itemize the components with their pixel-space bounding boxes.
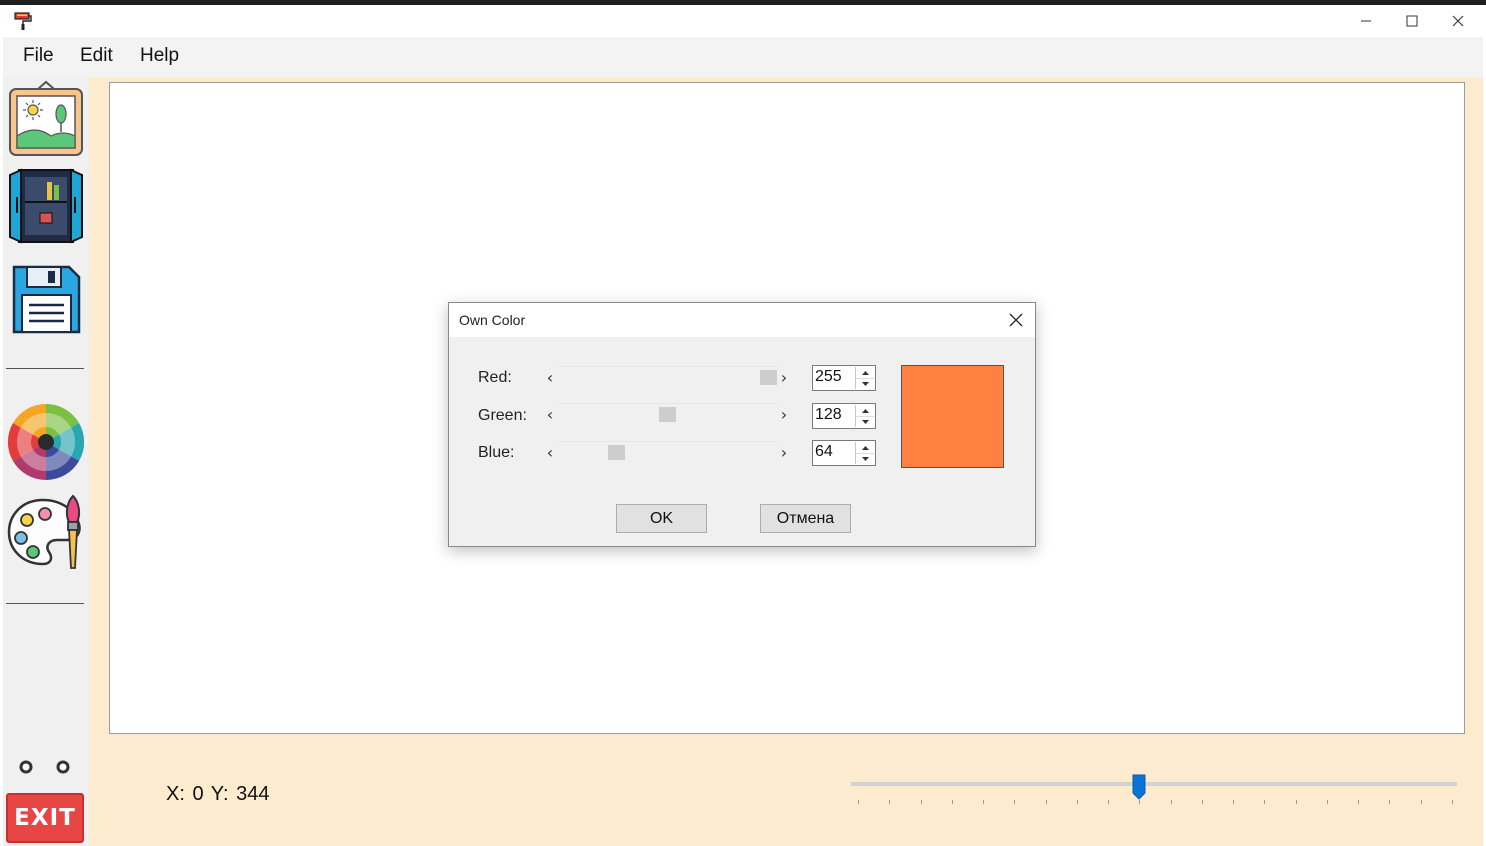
wardrobe-icon[interactable]	[7, 167, 85, 245]
spin-down-icon[interactable]	[856, 453, 874, 464]
scroll-rail[interactable]	[557, 366, 777, 389]
slider-tick	[1296, 800, 1297, 804]
green-scrollbar[interactable]: ‹ ›	[543, 403, 791, 425]
green-label: Green:	[478, 407, 527, 424]
tool-panel: EXIT	[3, 77, 89, 846]
blue-scroll-thumb[interactable]	[608, 445, 625, 460]
dot-icon	[19, 760, 33, 774]
spin-down-icon[interactable]	[856, 378, 874, 389]
slider-tick	[1014, 800, 1015, 804]
cursor-coordinates: X: 0 Y: 344	[166, 783, 270, 805]
menu-edit[interactable]: Edit	[80, 45, 113, 67]
dot-icon	[56, 760, 70, 774]
slider-tick	[1452, 800, 1453, 804]
slider-tick	[1421, 800, 1422, 804]
slider-tick	[1389, 800, 1390, 804]
own-color-dialog: Own Color Red: ‹ › 255 Green: ‹ › 128 Bl…	[448, 302, 1036, 547]
maximize-icon	[1406, 15, 1418, 27]
green-scroll-thumb[interactable]	[659, 407, 676, 422]
menu-bar: File Edit Help	[3, 37, 1483, 77]
palette-brush-icon[interactable]	[7, 492, 85, 570]
close-window-button[interactable]	[1435, 5, 1481, 37]
slider-tick	[1358, 800, 1359, 804]
close-icon	[1452, 15, 1464, 27]
slider-tick	[921, 800, 922, 804]
paint-roller-icon	[14, 12, 32, 30]
scroll-left-icon[interactable]: ‹	[543, 366, 557, 388]
dialog-title: Own Color	[459, 312, 526, 328]
scroll-rail[interactable]	[557, 403, 777, 426]
scroll-right-icon[interactable]: ›	[777, 441, 791, 463]
scroll-rail[interactable]	[557, 441, 777, 464]
scroll-left-icon[interactable]: ‹	[543, 441, 557, 463]
menu-help[interactable]: Help	[140, 45, 179, 67]
close-icon	[1009, 313, 1023, 327]
toolbar-separator	[6, 603, 84, 604]
zoom-slider-track[interactable]	[851, 782, 1457, 786]
slider-tick	[889, 800, 890, 804]
blue-value-input[interactable]: 64	[812, 440, 876, 466]
slider-tick	[952, 800, 953, 804]
blue-label: Blue:	[478, 444, 515, 461]
toolbar-separator	[6, 368, 84, 369]
slider-tick	[1108, 800, 1109, 804]
red-scrollbar[interactable]: ‹ ›	[543, 366, 791, 388]
dialog-close-button[interactable]	[1003, 307, 1029, 333]
slider-tick	[1202, 800, 1203, 804]
slider-tick	[858, 800, 859, 804]
exit-button[interactable]: EXIT	[6, 793, 84, 843]
spin-down-icon[interactable]	[856, 416, 874, 427]
red-value-input[interactable]: 255	[812, 365, 876, 391]
green-value-input[interactable]: 128	[812, 403, 876, 429]
cancel-button[interactable]: Отмена	[760, 504, 851, 533]
zoom-slider-thumb[interactable]	[1132, 774, 1146, 800]
scroll-right-icon[interactable]: ›	[777, 366, 791, 388]
title-bar[interactable]	[3, 5, 1483, 37]
slider-tick	[1327, 800, 1328, 804]
minimize-icon	[1361, 20, 1371, 22]
slider-tick	[1264, 800, 1265, 804]
slider-tick	[1139, 800, 1140, 804]
red-value[interactable]: 255	[815, 368, 842, 386]
scroll-right-icon[interactable]: ›	[777, 403, 791, 425]
color-preview-swatch	[901, 365, 1004, 468]
dialog-title-bar[interactable]: Own Color	[449, 303, 1035, 337]
scroll-left-icon[interactable]: ‹	[543, 403, 557, 425]
floppy-save-icon[interactable]	[7, 262, 85, 340]
picture-frame-icon[interactable]	[7, 80, 85, 158]
slider-tick	[1046, 800, 1047, 804]
slider-tick	[983, 800, 984, 804]
slider-tick	[1077, 800, 1078, 804]
blue-scrollbar[interactable]: ‹ ›	[543, 441, 791, 463]
maximize-button[interactable]	[1389, 5, 1435, 37]
color-wheel-icon[interactable]	[7, 403, 85, 481]
blue-value[interactable]: 64	[815, 443, 833, 461]
slider-tick	[1233, 800, 1234, 804]
menu-file[interactable]: File	[23, 45, 54, 67]
slider-tick	[1171, 800, 1172, 804]
ok-button[interactable]: OK	[616, 504, 707, 533]
minimize-button[interactable]	[1343, 5, 1389, 37]
green-value[interactable]: 128	[815, 406, 842, 424]
red-label: Red:	[478, 369, 512, 386]
red-scroll-thumb[interactable]	[760, 370, 777, 385]
